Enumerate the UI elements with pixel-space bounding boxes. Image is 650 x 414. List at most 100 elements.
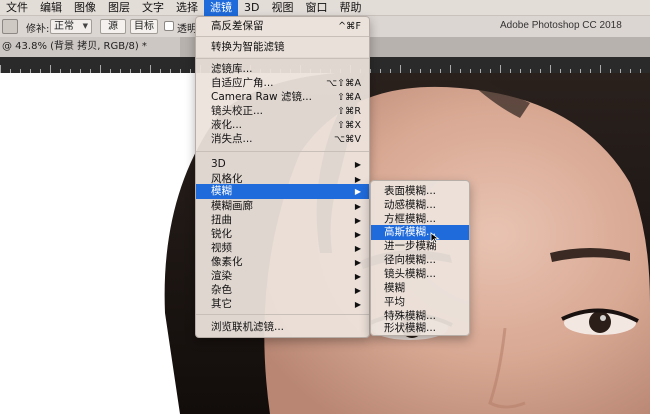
- ruler-tick: [180, 69, 181, 73]
- ruler-tick: [550, 65, 551, 73]
- menu-item-label: 滤镜库...: [211, 63, 253, 75]
- menu-item-blur[interactable]: 模糊 ▶: [196, 184, 369, 199]
- menu-help[interactable]: 帮助: [333, 0, 367, 16]
- submenu-item-average[interactable]: 平均: [371, 295, 469, 310]
- menu-layer[interactable]: 图层: [102, 0, 136, 16]
- menu-item-label: 高反差保留: [211, 20, 264, 32]
- menu-item-adaptive-wide-angle[interactable]: 自适应广角... ⌥⇧⌘A: [196, 76, 369, 91]
- submenu-item-lens-blur[interactable]: 镜头模糊...: [371, 267, 469, 282]
- submenu-arrow-icon: ▶: [354, 244, 361, 253]
- ruler-tick: [420, 69, 421, 73]
- menu-item-label: 镜头校正...: [211, 105, 264, 117]
- ruler-tick: [170, 69, 171, 73]
- ruler-tick: [20, 69, 21, 73]
- menu-item-high-pass[interactable]: 高反差保留 ^⌘F: [196, 19, 369, 34]
- ruler-tick: [400, 65, 401, 73]
- ruler-tick: [60, 69, 61, 73]
- submenu-item-motion-blur[interactable]: 动感模糊...: [371, 198, 469, 213]
- submenu-item-radial-blur[interactable]: 径向模糊...: [371, 253, 469, 268]
- repair-tool-icon[interactable]: [2, 19, 18, 34]
- ruler-tick: [460, 69, 461, 73]
- submenu-arrow-icon: ▶: [354, 160, 361, 169]
- ruler-tick: [140, 69, 141, 73]
- document-tab[interactable]: @ 43.8% (背景 拷贝, RGB/8) *: [0, 37, 180, 57]
- menu-item-sharpen[interactable]: 锐化 ▶: [196, 227, 369, 242]
- menu-item-camera-raw[interactable]: Camera Raw 滤镜... ⇧⌘A: [196, 90, 369, 105]
- menu-file[interactable]: 文件: [0, 0, 34, 16]
- menu-item-label: 杂色: [211, 284, 232, 296]
- ruler-tick: [620, 69, 621, 73]
- ruler-tick: [370, 69, 371, 73]
- menu-image[interactable]: 图像: [68, 0, 102, 16]
- mode-select[interactable]: 正常 ▼: [50, 19, 92, 34]
- ruler-tick: [500, 65, 501, 73]
- menu-item-vanishing-point[interactable]: 消失点... ⌥⌘V: [196, 132, 369, 147]
- ruler-tick: [160, 69, 161, 73]
- menu-view[interactable]: 视图: [265, 0, 299, 16]
- ruler-tick: [110, 69, 111, 73]
- menu-window[interactable]: 窗口: [299, 0, 333, 16]
- ruler-tick: [0, 65, 1, 73]
- ruler-tick: [470, 69, 471, 73]
- menu-item-browse-filters-online[interactable]: 浏览联机滤镜...: [196, 320, 369, 335]
- menu-item-other[interactable]: 其它 ▶: [196, 297, 369, 312]
- menu-item-shortcut: ⇧⌘X: [337, 120, 361, 131]
- destination-button[interactable]: 目标: [130, 19, 158, 34]
- transparent-checkbox[interactable]: [164, 21, 174, 31]
- menu-item-video[interactable]: 视频 ▶: [196, 241, 369, 256]
- submenu-arrow-icon: ▶: [354, 216, 361, 225]
- menu-item-label: 像素化: [211, 256, 243, 268]
- menu-item-liquify[interactable]: 液化... ⇧⌘X: [196, 118, 369, 133]
- menu-item-label: 自适应广角...: [211, 77, 274, 89]
- submenu-item-blur-more[interactable]: 进一步模糊: [371, 239, 469, 254]
- menu-item-label: 其它: [211, 298, 232, 310]
- submenu-arrow-icon: ▶: [354, 286, 361, 295]
- ruler-tick: [610, 69, 611, 73]
- menu-item-label: 渲染: [211, 270, 232, 282]
- menu-item-lens-correction[interactable]: 镜头校正... ⇧⌘R: [196, 104, 369, 119]
- ruler-tick: [410, 69, 411, 73]
- mode-value: 正常: [54, 21, 74, 32]
- menu-item-shortcut: ^⌘F: [338, 21, 361, 32]
- menu-item-convert-smart-filter[interactable]: 转换为智能滤镜: [196, 40, 369, 55]
- ruler-tick: [10, 69, 11, 73]
- menu-item-blur-gallery[interactable]: 模糊画廊 ▶: [196, 199, 369, 214]
- ruler-tick: [560, 69, 561, 73]
- ruler-tick: [450, 65, 451, 73]
- app-title: Adobe Photoshop CC 2018: [500, 20, 622, 31]
- submenu-item-shape-blur[interactable]: 形状模糊...: [371, 321, 469, 336]
- menu-type[interactable]: 文字: [136, 0, 170, 16]
- ruler-tick: [430, 69, 431, 73]
- ruler-tick: [120, 69, 121, 73]
- menu-separator: [196, 151, 369, 152]
- menu-3d[interactable]: 3D: [238, 0, 265, 16]
- submenu-item-gaussian-blur[interactable]: 高斯模糊...: [371, 225, 469, 240]
- menu-separator: [196, 58, 369, 59]
- ruler-tick: [520, 69, 521, 73]
- menu-select[interactable]: 选择: [170, 0, 204, 16]
- source-button[interactable]: 源: [100, 19, 126, 34]
- submenu-item-surface-blur[interactable]: 表面模糊...: [371, 184, 469, 199]
- ruler-tick: [640, 69, 641, 73]
- menu-item-filter-gallery[interactable]: 滤镜库...: [196, 62, 369, 77]
- menu-item-label: Camera Raw 滤镜...: [211, 91, 312, 103]
- ruler-tick: [510, 69, 511, 73]
- menu-item-render[interactable]: 渲染 ▶: [196, 269, 369, 284]
- ruler-tick: [90, 69, 91, 73]
- menu-item-shortcut: ⌥⌘V: [334, 134, 361, 145]
- menu-item-distort[interactable]: 扭曲 ▶: [196, 213, 369, 228]
- menu-separator: [196, 36, 369, 37]
- ruler-tick: [570, 69, 571, 73]
- ruler-tick: [580, 69, 581, 73]
- menu-item-3d[interactable]: 3D ▶: [196, 157, 369, 172]
- menu-item-noise[interactable]: 杂色 ▶: [196, 283, 369, 298]
- submenu-arrow-icon: ▶: [354, 202, 361, 211]
- menu-item-pixelate[interactable]: 像素化 ▶: [196, 255, 369, 270]
- menu-edit[interactable]: 编辑: [34, 0, 68, 16]
- ruler-tick: [530, 69, 531, 73]
- submenu-item-blur[interactable]: 模糊: [371, 281, 469, 296]
- menu-item-label: 转换为智能滤镜: [211, 41, 285, 53]
- ruler-tick: [440, 69, 441, 73]
- menu-filter[interactable]: 滤镜: [204, 0, 238, 16]
- menu-item-label: 模糊: [211, 185, 232, 197]
